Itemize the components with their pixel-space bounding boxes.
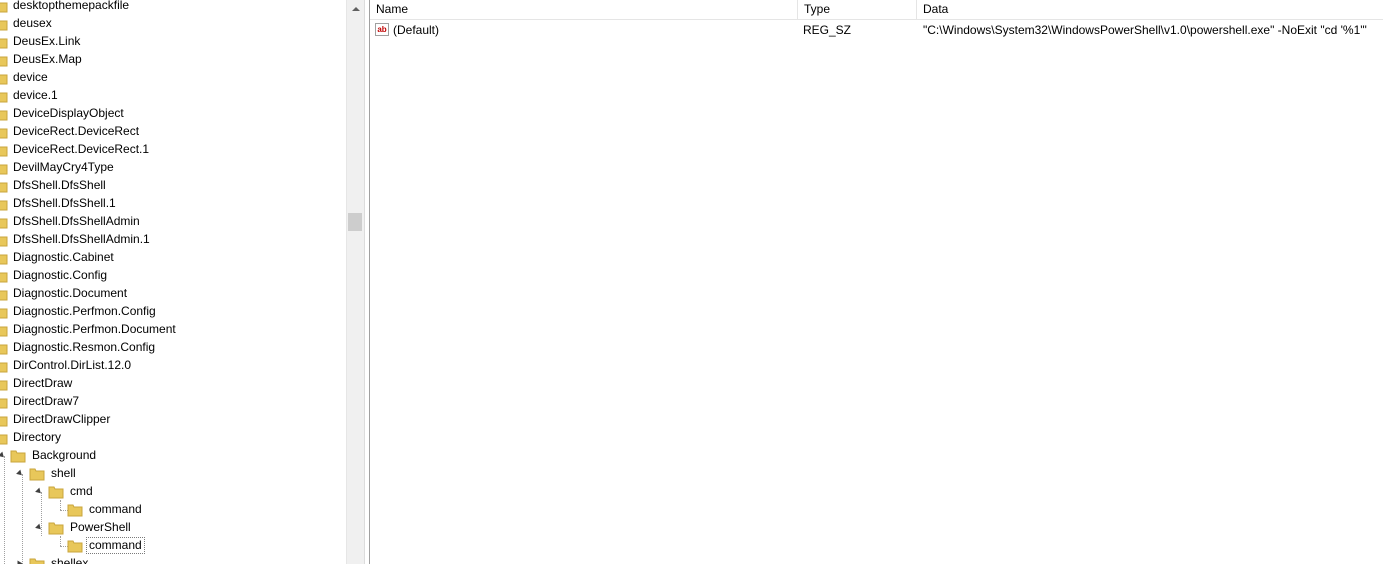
- folder-icon: [0, 394, 8, 410]
- folder-icon: [0, 358, 8, 374]
- folder-icon: [0, 214, 8, 230]
- tree-item-label: DeusEx.Map: [13, 52, 82, 66]
- collapse-arrow-icon[interactable]: [0, 451, 6, 460]
- value-type: REG_SZ: [803, 23, 852, 37]
- tree-item-powershell[interactable]: PowerShell: [0, 519, 200, 537]
- tree-item-label: Diagnostic.Resmon.Config: [13, 340, 156, 354]
- column-header-name[interactable]: Name: [370, 0, 798, 19]
- folder-icon: [0, 16, 8, 32]
- folder-open-icon: [10, 448, 26, 464]
- folder-icon: [0, 340, 8, 356]
- tree-item-label: DevilMayCry4Type: [13, 160, 114, 174]
- tree-item-label: DfsShell.DfsShell.1: [13, 196, 116, 210]
- tree-item-label: Diagnostic.Perfmon.Document: [13, 322, 176, 336]
- folder-icon: [0, 322, 8, 338]
- registry-tree[interactable]: desktopthemepackfile deusex DeusEx.Link …: [0, 0, 346, 564]
- tree-item-label: DeviceRect.DeviceRect: [13, 124, 140, 138]
- folder-icon: [0, 430, 8, 446]
- folder-icon: [0, 160, 8, 176]
- folder-icon: [0, 34, 8, 50]
- tree-item-label: Diagnostic.Cabinet: [13, 250, 114, 264]
- tree-item-label: Background: [32, 448, 97, 462]
- folder-icon: [67, 502, 83, 518]
- collapse-arrow-icon[interactable]: [35, 487, 43, 496]
- folder-icon: [0, 268, 8, 284]
- tree-item-label: cmd: [70, 484, 93, 498]
- tree-item-label: DeviceRect.DeviceRect.1: [13, 142, 150, 156]
- tree-item-label: DeusEx.Link: [13, 34, 81, 48]
- tree-item-label: command: [89, 502, 142, 516]
- tree-item-label: DeviceDisplayObject: [13, 106, 124, 120]
- folder-icon: [0, 376, 8, 392]
- tree-item-label: desktopthemepackfile: [13, 0, 130, 12]
- folder-icon: [67, 538, 83, 554]
- folder-icon: [0, 70, 8, 86]
- expand-arrow-icon[interactable]: [17, 560, 23, 564]
- tree-item-label: Diagnostic.Perfmon.Config: [13, 304, 156, 318]
- tree-item-label: Diagnostic.Config: [13, 268, 108, 282]
- folder-open-icon: [48, 484, 64, 500]
- folder-icon: [0, 142, 8, 158]
- tree-scrollbar[interactable]: [346, 0, 364, 564]
- scroll-thumb[interactable]: [348, 213, 362, 231]
- folder-icon: [0, 232, 8, 248]
- tree-item-label: PowerShell: [70, 520, 131, 534]
- collapse-arrow-icon[interactable]: [16, 469, 24, 478]
- tree-item-background[interactable]: Background: [0, 447, 200, 465]
- tree-item-label: Diagnostic.Document: [13, 286, 128, 300]
- string-value-icon: ab: [375, 23, 389, 36]
- folder-icon: [0, 52, 8, 68]
- tree-item-shellex[interactable]: shellex: [0, 555, 200, 564]
- tree-item-label: DfsShell.DfsShell: [13, 178, 106, 192]
- tree-item-cmd[interactable]: cmd: [0, 483, 200, 501]
- collapse-arrow-icon[interactable]: [35, 523, 43, 532]
- tree-item-shell[interactable]: shell: [0, 465, 200, 483]
- scroll-up-button[interactable]: [347, 0, 364, 17]
- tree-item-label: DirectDraw: [13, 376, 73, 390]
- tree-item-label: device: [13, 70, 48, 84]
- folder-icon: [0, 250, 8, 266]
- chevron-up-icon: [351, 6, 360, 11]
- tree-item-label-selected: command: [86, 537, 145, 554]
- folder-icon: [0, 412, 8, 428]
- tree-item-label: DirectDrawClipper: [13, 412, 111, 426]
- column-header-type[interactable]: Type: [798, 0, 917, 19]
- tree-item-label: shellex: [51, 556, 89, 564]
- tree-item-label: DfsShell.DfsShellAdmin: [13, 214, 140, 228]
- folder-icon: [0, 286, 8, 302]
- values-list[interactable]: Name Type Data ab (Default) REG_SZ "C:\W…: [370, 0, 1383, 564]
- list-header: Name Type Data: [370, 0, 1383, 20]
- tree-item-label: DirControl.DirList.12.0: [13, 358, 132, 372]
- folder-icon: [0, 178, 8, 194]
- tree-item-label: device.1: [13, 88, 58, 102]
- value-name: (Default): [393, 23, 440, 37]
- tree-item-label: deusex: [13, 16, 52, 30]
- tree-item-label: Directory: [13, 430, 62, 444]
- folder-icon: [0, 88, 8, 104]
- folder-icon: [0, 0, 8, 14]
- folder-icon: [0, 124, 8, 140]
- list-row[interactable]: ab (Default) REG_SZ "C:\Windows\System32…: [370, 21, 1383, 39]
- tree-item-cmd-command[interactable]: command: [0, 501, 200, 519]
- registry-editor: desktopthemepackfile deusex DeusEx.Link …: [0, 0, 1383, 564]
- folder-icon: [0, 196, 8, 212]
- folder-open-icon: [29, 466, 45, 482]
- tree-item-powershell-command[interactable]: command: [0, 537, 200, 555]
- folder-icon: [29, 556, 45, 564]
- folder-icon: [0, 106, 8, 122]
- folder-open-icon: [48, 520, 64, 536]
- tree-item-label: DfsShell.DfsShellAdmin.1: [13, 232, 150, 246]
- folder-icon: [0, 304, 8, 320]
- tree-item-label: shell: [51, 466, 76, 480]
- column-header-data[interactable]: Data: [917, 0, 1383, 19]
- tree-item-label: DirectDraw7: [13, 394, 80, 408]
- value-data: "C:\Windows\System32\WindowsPowerShell\v…: [923, 23, 1367, 37]
